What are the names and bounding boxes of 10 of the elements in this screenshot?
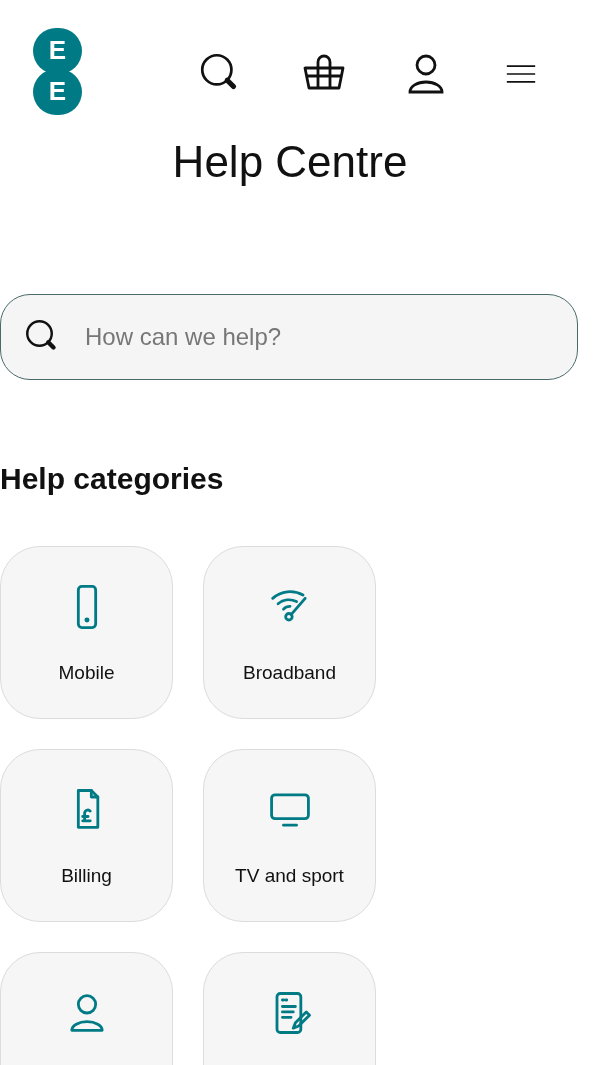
logo[interactable]: E E [33,27,82,115]
logo-letter: E [33,68,82,115]
logo-letter: E [33,27,82,74]
category-card[interactable]: Broadband [203,546,376,719]
category-card[interactable]: TV and sport [203,749,376,922]
page-title: Help Centre [171,140,409,184]
category-card[interactable]: Mobile [0,546,173,719]
search-field[interactable]: How can we help? [0,294,578,380]
section-heading: Help categories [0,461,225,497]
category-card[interactable]: Billing [0,749,173,922]
